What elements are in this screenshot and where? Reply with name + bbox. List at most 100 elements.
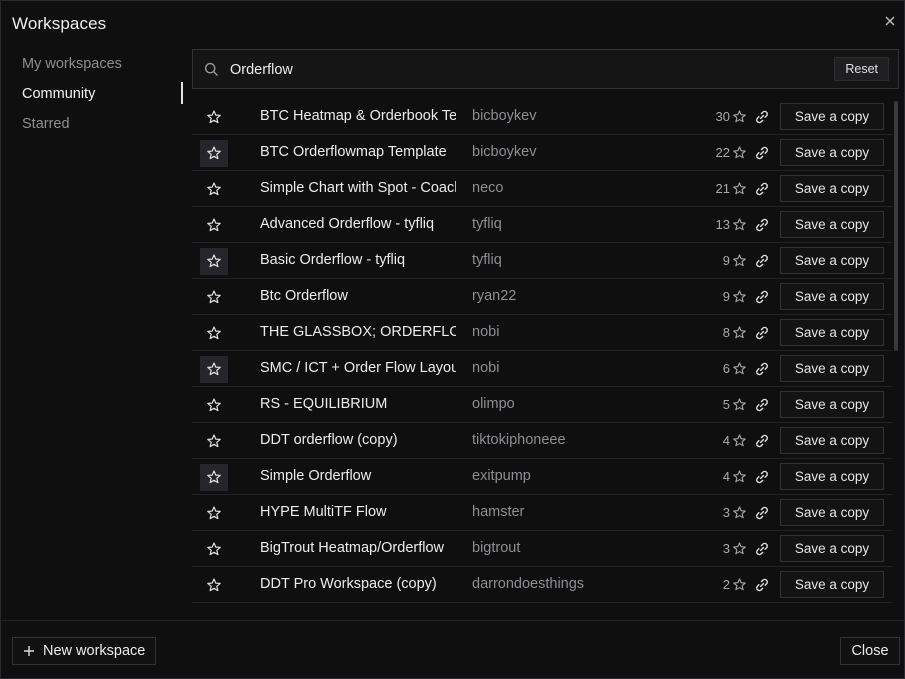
link-icon[interactable] <box>754 397 770 413</box>
star-toggle-button[interactable] <box>200 536 228 563</box>
star-count: 3 <box>722 541 730 556</box>
save-copy-button[interactable]: Save a copy <box>780 211 884 238</box>
star-outline-icon <box>207 146 221 160</box>
close-button[interactable]: Close <box>840 637 900 665</box>
workspace-name[interactable]: SMC / ICT + Order Flow Layout <box>260 351 456 386</box>
workspace-name[interactable]: Simple Orderflow <box>260 459 456 494</box>
workspace-name[interactable]: DDT Pro Workspace (copy) <box>260 567 456 602</box>
workspace-name[interactable]: Simple Chart with Spot - Coach <box>260 171 456 206</box>
link-icon[interactable] <box>754 541 770 557</box>
star-count-icon <box>733 182 746 195</box>
save-copy-button[interactable]: Save a copy <box>780 247 884 274</box>
scrollbar[interactable] <box>894 99 898 604</box>
save-copy-button[interactable]: Save a copy <box>780 283 884 310</box>
table-row[interactable]: BTC Heatmap & Orderbook Template bicboyke… <box>192 99 892 135</box>
table-row[interactable]: DDT orderflow (copy) tiktokiphoneee 4 Save … <box>192 423 892 459</box>
table-row[interactable]: DDT Pro Workspace (copy) darrondoesthings… <box>192 567 892 603</box>
star-toggle-button[interactable] <box>200 104 228 131</box>
link-icon[interactable] <box>754 109 770 125</box>
save-copy-button[interactable]: Save a copy <box>780 139 884 166</box>
star-toggle-button[interactable] <box>200 464 228 491</box>
save-copy-button[interactable]: Save a copy <box>780 463 884 490</box>
scrollbar-thumb[interactable] <box>894 101 898 351</box>
save-copy-button[interactable]: Save a copy <box>780 355 884 382</box>
star-toggle-button[interactable] <box>200 248 228 275</box>
workspace-name[interactable]: BTC Orderflowmap Template <box>260 135 456 170</box>
link-icon[interactable] <box>754 253 770 269</box>
star-toggle-button[interactable] <box>200 284 228 311</box>
star-outline-icon <box>207 362 221 376</box>
save-copy-button[interactable]: Save a copy <box>780 499 884 526</box>
link-icon[interactable] <box>754 181 770 197</box>
star-outline-icon <box>207 578 221 592</box>
save-copy-button[interactable]: Save a copy <box>780 175 884 202</box>
table-row[interactable]: Basic Orderflow - tyfliq tyfliq 9 Save a co… <box>192 243 892 279</box>
search-input[interactable] <box>228 58 792 82</box>
save-copy-button[interactable]: Save a copy <box>780 535 884 562</box>
reset-button[interactable]: Reset <box>834 57 889 81</box>
star-outline-icon <box>207 470 221 484</box>
star-toggle-button[interactable] <box>200 392 228 419</box>
star-count-icon <box>733 290 746 303</box>
sidebar-item-my-workspaces[interactable]: My workspaces <box>1 49 183 79</box>
star-outline-icon <box>207 326 221 340</box>
table-row[interactable]: RS - EQUILIBRIUM olimpo 5 Save a copy <box>192 387 892 423</box>
star-toggle-button[interactable] <box>200 176 228 203</box>
link-icon[interactable] <box>754 289 770 305</box>
table-row[interactable]: THE GLASSBOX; ORDERFLOW nobi 8 Save a copy <box>192 315 892 351</box>
workspace-name[interactable]: Advanced Orderflow - tyfliq <box>260 207 456 242</box>
save-copy-button[interactable]: Save a copy <box>780 103 884 130</box>
workspace-author: bicboykev <box>472 144 537 160</box>
workspace-name[interactable]: HYPE MultiTF Flow <box>260 495 456 530</box>
workspace-name[interactable]: DDT orderflow (copy) <box>260 423 456 458</box>
star-outline-icon <box>207 110 221 124</box>
sidebar-item-starred[interactable]: Starred <box>1 109 183 139</box>
link-icon[interactable] <box>754 325 770 341</box>
save-copy-button[interactable]: Save a copy <box>780 571 884 598</box>
table-row[interactable]: SMC / ICT + Order Flow Layout nobi 6 Save a… <box>192 351 892 387</box>
close-icon[interactable] <box>882 13 898 29</box>
link-icon[interactable] <box>754 505 770 521</box>
star-count-icon <box>733 218 746 231</box>
workspace-name[interactable]: Btc Orderflow <box>260 279 456 314</box>
workspace-name[interactable]: BTC Heatmap & Orderbook Template <box>260 99 456 134</box>
star-count-icon <box>733 146 746 159</box>
link-icon[interactable] <box>754 145 770 161</box>
save-copy-button[interactable]: Save a copy <box>780 319 884 346</box>
table-row[interactable]: HYPE MultiTF Flow hamster 3 Save a copy <box>192 495 892 531</box>
link-icon[interactable] <box>754 577 770 593</box>
star-toggle-button[interactable] <box>200 428 228 455</box>
star-outline-icon <box>207 182 221 196</box>
new-workspace-button[interactable]: New workspace <box>12 637 157 665</box>
star-count-icon <box>733 542 746 555</box>
sidebar: My workspaces Community Starred <box>1 49 183 139</box>
workspace-name[interactable]: RS - EQUILIBRIUM <box>260 387 456 422</box>
link-icon[interactable] <box>754 361 770 377</box>
table-row[interactable]: Advanced Orderflow - tyfliq tyfliq 13 Save … <box>192 207 892 243</box>
new-workspace-label: New workspace <box>43 643 146 659</box>
link-icon[interactable] <box>754 217 770 233</box>
star-toggle-button[interactable] <box>200 572 228 599</box>
workspace-name[interactable]: Basic Orderflow - tyfliq <box>260 243 456 278</box>
table-row[interactable]: BTC Orderflowmap Template bicboykev 22 Save… <box>192 135 892 171</box>
table-row[interactable]: BigTrout Heatmap/Orderflow bigtrout 3 Save … <box>192 531 892 567</box>
workspace-name[interactable]: THE GLASSBOX; ORDERFLOW <box>260 315 456 350</box>
link-icon[interactable] <box>754 469 770 485</box>
star-outline-icon <box>207 254 221 268</box>
star-outline-icon <box>207 434 221 448</box>
workspace-author: exitpump <box>472 468 531 484</box>
star-toggle-button[interactable] <box>200 212 228 239</box>
sidebar-item-community[interactable]: Community <box>1 79 183 109</box>
save-copy-button[interactable]: Save a copy <box>780 427 884 454</box>
save-copy-button[interactable]: Save a copy <box>780 391 884 418</box>
star-toggle-button[interactable] <box>200 140 228 167</box>
table-row[interactable]: Simple Orderflow exitpump 4 Save a copy <box>192 459 892 495</box>
star-toggle-button[interactable] <box>200 500 228 527</box>
star-toggle-button[interactable] <box>200 320 228 347</box>
star-toggle-button[interactable] <box>200 356 228 383</box>
table-row[interactable]: Btc Orderflow ryan22 9 Save a copy <box>192 279 892 315</box>
star-count: 6 <box>722 361 730 376</box>
workspace-name[interactable]: BigTrout Heatmap/Orderflow <box>260 531 456 566</box>
link-icon[interactable] <box>754 433 770 449</box>
table-row[interactable]: Simple Chart with Spot - Coach neco 21 Save… <box>192 171 892 207</box>
